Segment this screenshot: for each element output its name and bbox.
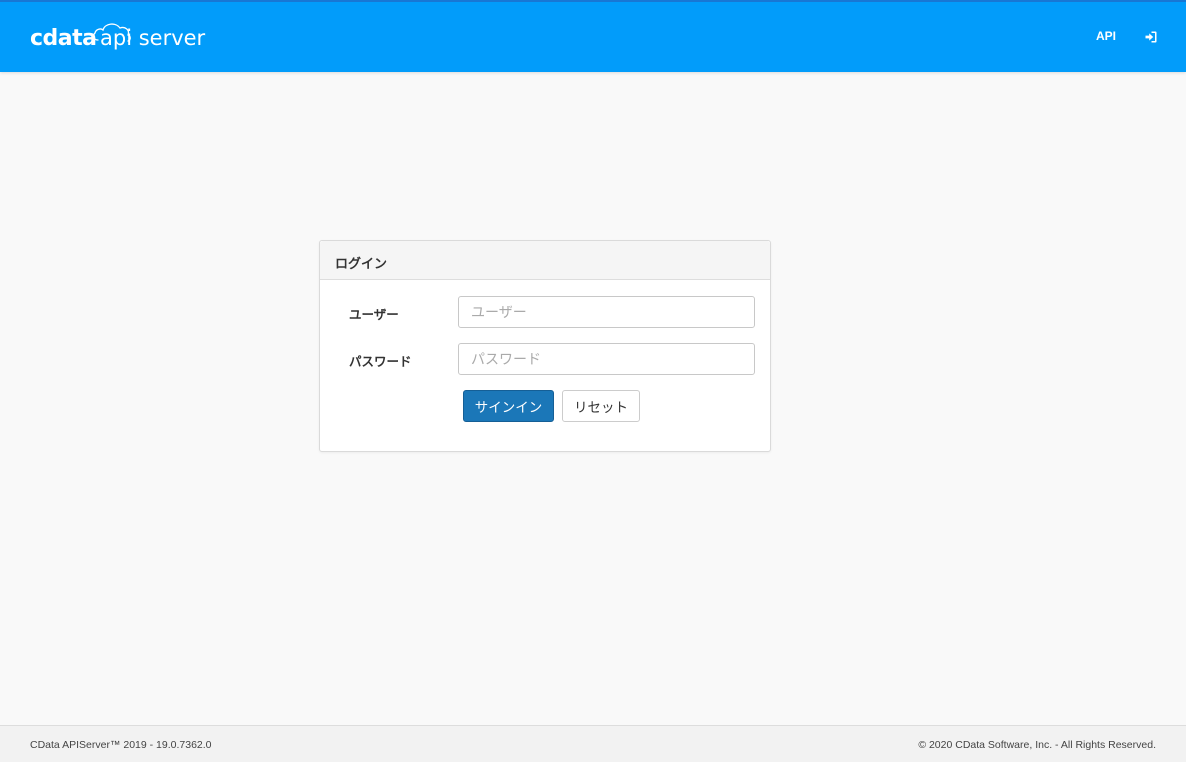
sign-in-icon[interactable] [1144,30,1158,44]
cdata-api-server-logo[interactable]: cdata api server [30,14,210,58]
sign-in-button[interactable]: サインイン [463,390,554,422]
login-panel-title: ログイン [320,241,770,280]
version-text: CData APIServer™ 2019 - 19.0.7362.0 [30,739,212,751]
svg-text:cdata: cdata [30,26,97,51]
user-label: ユーザー [349,308,399,322]
login-panel: ログイン ユーザー パスワード サインイン リセット [319,240,771,452]
top-navbar: cdata api server API [0,0,1186,72]
api-nav-link[interactable]: API [1096,29,1116,43]
password-label: パスワード [349,355,412,369]
password-input[interactable] [458,343,755,375]
logo-graphic: cdata api server [30,23,206,51]
user-input[interactable] [458,296,755,328]
reset-button[interactable]: リセット [562,390,640,422]
copyright-text: © 2020 CData Software, Inc. - All Rights… [918,739,1156,751]
page-footer: CData APIServer™ 2019 - 19.0.7362.0 © 20… [0,725,1186,762]
svg-text:api server: api server [100,26,206,50]
